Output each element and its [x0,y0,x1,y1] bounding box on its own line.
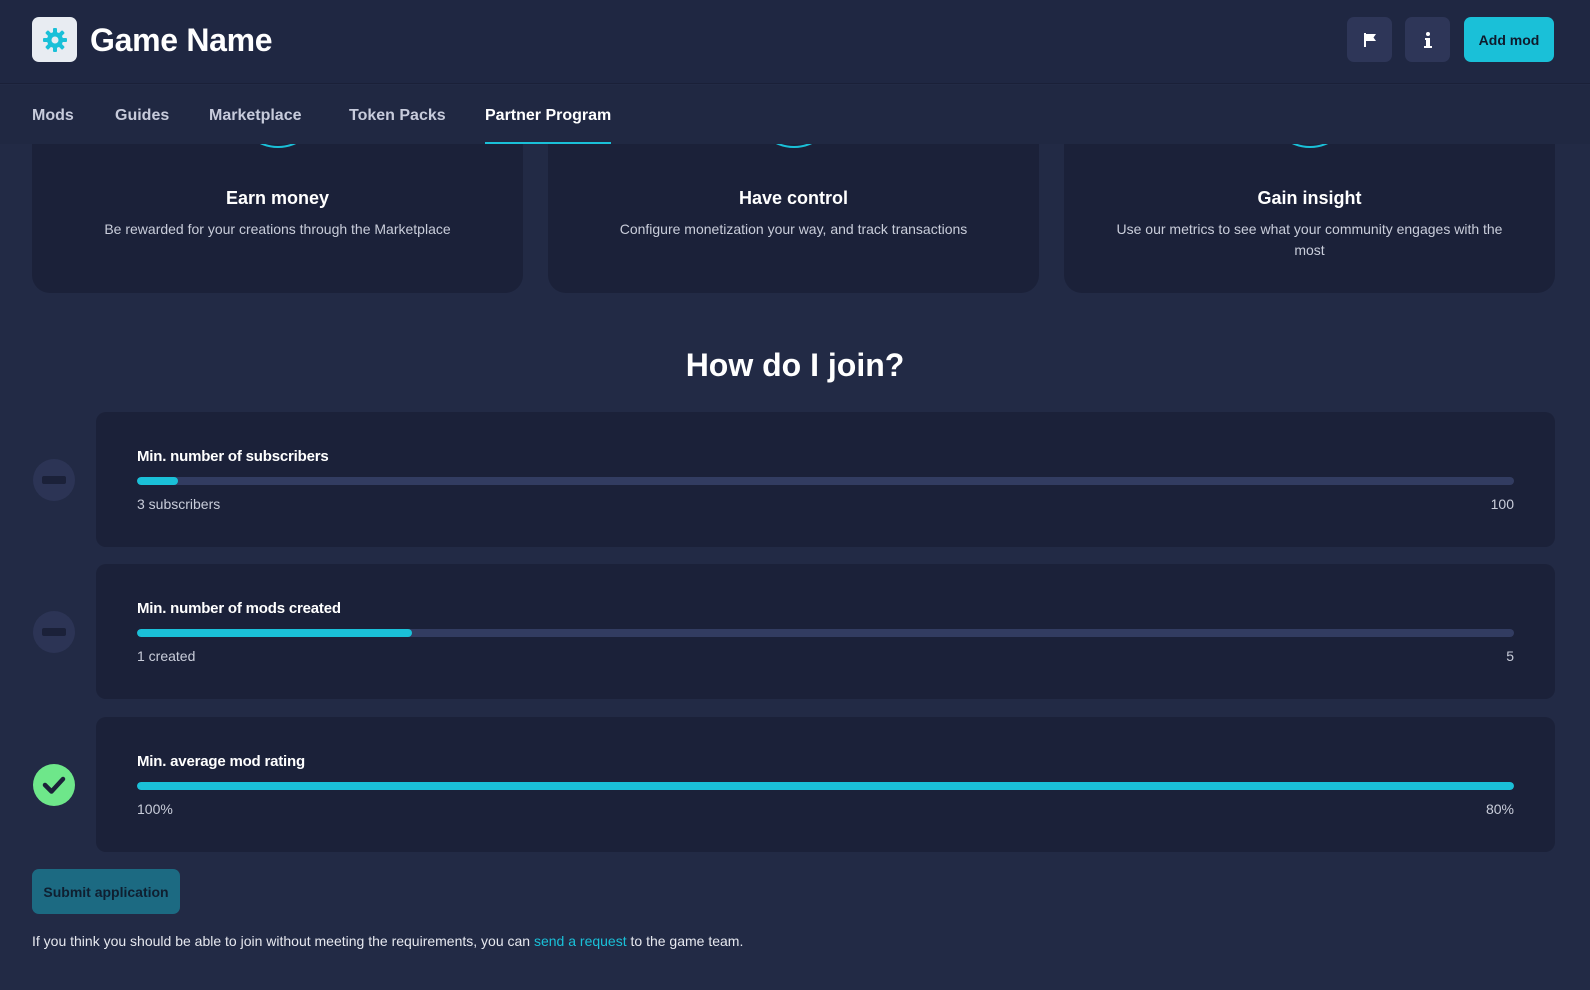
feature-description: Be rewarded for your creations through t… [104,221,451,237]
feature-title: Earn money [225,188,330,208]
requirement-current: 100% [137,801,173,817]
add-mod-button[interactable]: Add mod [1464,17,1554,62]
checkmark-icon [42,776,66,794]
progress-fill [137,629,413,637]
join-heading: How do I join? [685,347,905,383]
tab-guides[interactable]: Guides [115,107,169,144]
info-button[interactable] [1405,17,1450,62]
progress-fill [137,477,179,485]
requirement-mods-created: Min. number of mods created 1 created 5 [96,564,1555,699]
top-header: Game Name Add mod [0,0,1590,84]
feature-icon-ring [234,144,321,148]
game-logo[interactable] [32,17,77,62]
feature-icon-ring [750,144,837,148]
send-request-link[interactable]: send a request [534,933,627,949]
feature-description: Use our metrics to see what your communi… [1116,221,1503,258]
requirement-subscribers: Min. number of subscribers 3 subscribers… [96,412,1555,547]
game-title: Game Name [90,22,273,58]
tab-partner-program[interactable]: Partner Program [485,107,612,144]
requirement-current: 3 subscribers [137,496,221,512]
submit-application-button[interactable]: Submit application [32,869,180,914]
progress-bar [137,782,1514,790]
flag-icon [1363,32,1376,47]
tab-marketplace[interactable]: Marketplace [209,107,302,144]
feature-card-have-control: Have control Configure monetization your… [548,144,1039,293]
requirement-status-pending [33,459,75,501]
requirement-target: 80% [1485,801,1514,817]
requirement-current: 1 created [137,648,196,664]
minus-icon [42,476,66,484]
requirement-mod-rating: Min. average mod rating 100% 80% [96,717,1555,852]
feature-card-earn-money: Earn money Be rewarded for your creation… [32,144,523,293]
tab-token-packs[interactable]: Token Packs [349,107,446,144]
requirement-target: 100 [1490,496,1514,512]
join-footnote: If you think you should be able to join … [32,933,743,949]
progress-fill [137,782,1514,790]
requirement-status-met [33,764,75,806]
gear-icon [42,27,67,52]
info-icon [1423,31,1432,48]
feature-icon-ring [1266,144,1353,148]
requirement-title: Min. number of subscribers [137,448,329,465]
requirement-title: Min. number of mods created [137,600,341,617]
minus-icon [42,628,66,636]
feature-title: Have control [738,188,849,208]
feature-description: Configure monetization your way, and tra… [619,221,968,237]
feature-card-gain-insight: Gain insight Use our metrics to see what… [1064,144,1555,293]
requirement-title: Min. average mod rating [137,753,305,770]
requirement-status-pending [33,611,75,653]
main-tabs: Mods Guides Marketplace Token Packs Part… [0,85,1590,144]
progress-bar [137,629,1514,637]
footnote-text: If you think you should be able to join … [32,933,534,949]
report-button[interactable] [1347,17,1392,62]
footnote-text-end: to the game team. [626,933,744,949]
requirement-target: 5 [1506,648,1514,664]
progress-bar [137,477,1514,485]
tab-mods[interactable]: Mods [32,107,74,144]
feature-title: Gain insight [1257,188,1362,208]
